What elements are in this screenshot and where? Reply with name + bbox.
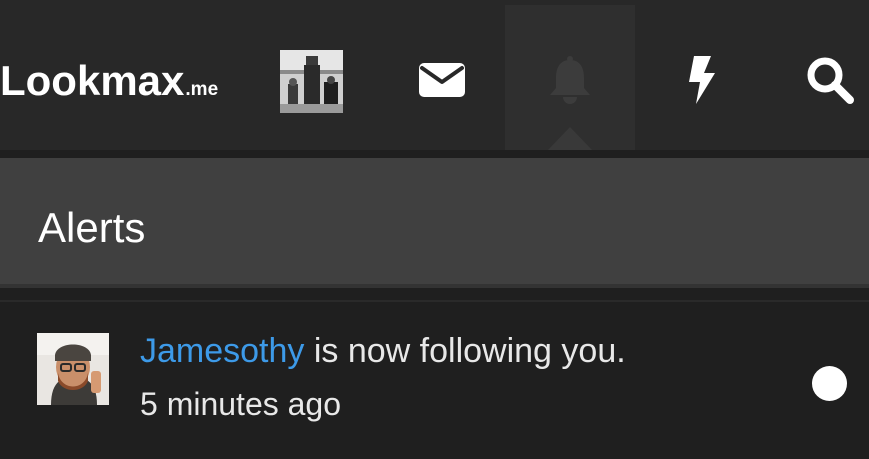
alert-user-avatar[interactable]	[37, 333, 109, 405]
alerts-dropdown: Alerts Jamesothy is now following you. 5…	[0, 150, 869, 459]
alert-message-text: is now following you.	[304, 332, 626, 370]
bell-icon[interactable]	[545, 55, 595, 105]
alerts-title: Alerts	[38, 204, 146, 251]
alerts-header: Alerts	[0, 158, 869, 288]
site-logo[interactable]: Lookmax .me	[0, 56, 218, 106]
dropdown-caret	[548, 127, 592, 150]
alert-timestamp: 5 minutes ago	[140, 386, 342, 422]
top-navigation-bar: Lookmax .me	[0, 0, 869, 150]
divider	[0, 300, 869, 302]
alert-message: Jamesothy is now following you.	[140, 330, 626, 372]
user-avatar[interactable]	[280, 50, 343, 113]
logo-main-text: Lookmax	[0, 57, 185, 104]
envelope-icon[interactable]	[417, 55, 467, 105]
alert-item[interactable]: Jamesothy is now following you. 5 minute…	[0, 322, 869, 432]
logo-domain-text: .me	[185, 79, 219, 100]
unread-indicator[interactable]	[812, 366, 847, 401]
alert-username-link[interactable]: Jamesothy	[140, 332, 304, 370]
search-icon[interactable]	[805, 55, 855, 105]
bolt-icon[interactable]	[676, 55, 726, 105]
